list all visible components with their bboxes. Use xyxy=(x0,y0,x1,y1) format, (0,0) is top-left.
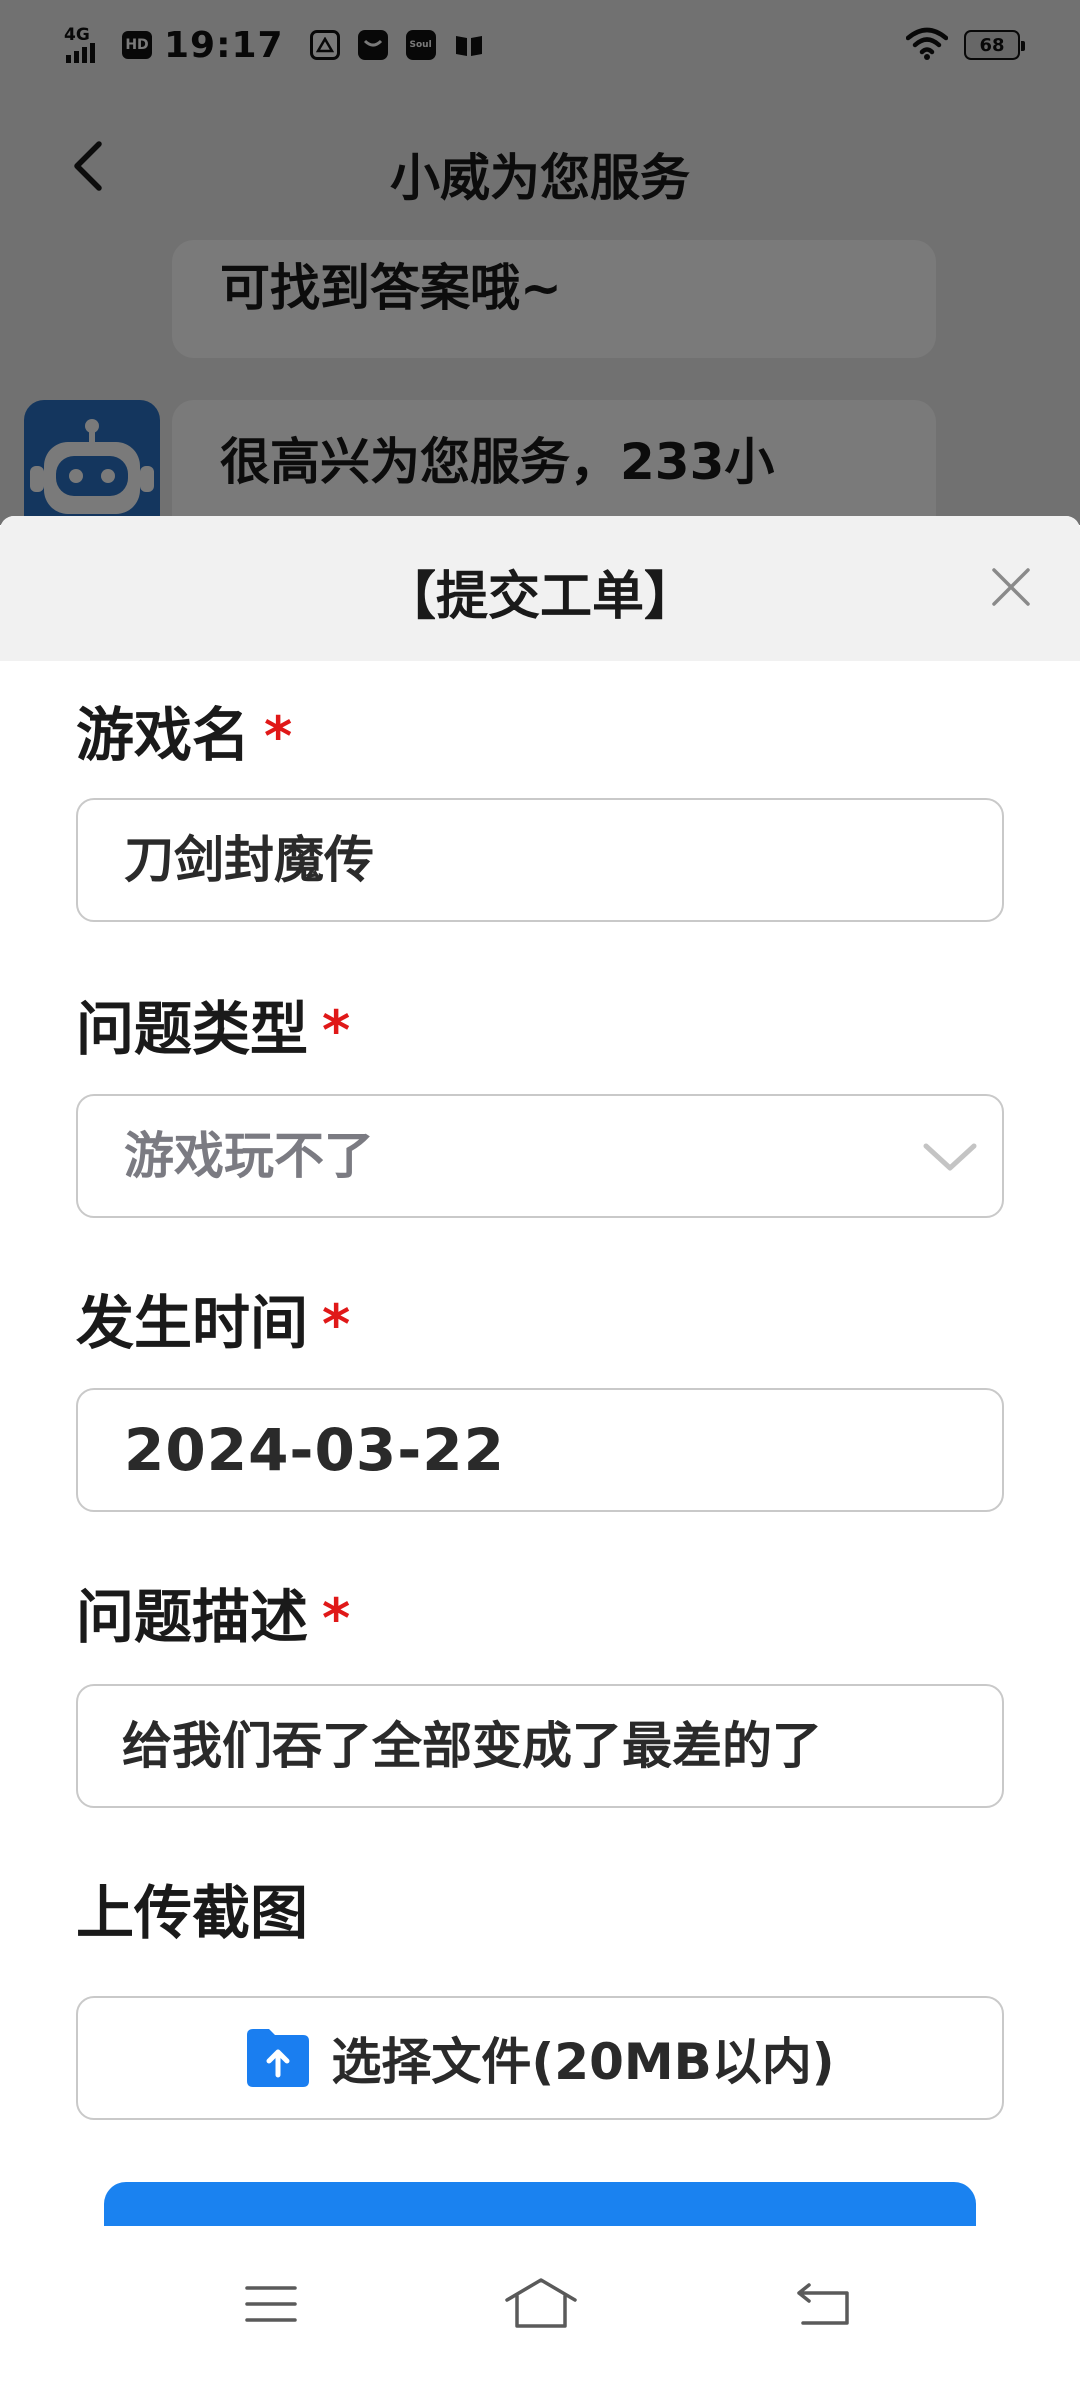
description-value: 给我们吞了全部变成了最差的了 xyxy=(122,1717,822,1775)
chat-background: 4G HD 19:17 Soul 68 小威为您服务 可找到答案哦~ 很高兴为您… xyxy=(0,0,1080,525)
upload-button-label: 选择文件(20MB以内) xyxy=(331,2033,835,2091)
menu-button[interactable] xyxy=(226,2264,316,2344)
occur-time-field[interactable]: 2024-03-22 xyxy=(76,1388,1004,1512)
required-mark: * xyxy=(322,1293,351,1356)
occur-time-value: 2024-03-22 xyxy=(124,1416,505,1484)
game-name-label: 游戏名 * xyxy=(76,700,292,772)
app-notification-icon xyxy=(309,30,340,60)
wifi-icon xyxy=(905,26,949,64)
occur-time-label: 发生时间 * xyxy=(76,1288,350,1360)
menu-icon xyxy=(245,2286,297,2322)
home-icon xyxy=(505,2278,577,2328)
submit-button[interactable] xyxy=(104,2182,976,2226)
ticket-sheet: 【提交工单】 游戏名 * 刀剑封魔传 问题类型 * 游戏玩不了 发生时间 * 2024… xyxy=(0,516,1080,2226)
sheet-header: 【提交工单】 xyxy=(0,516,1080,661)
status-bar: 4G HD 19:17 Soul 68 xyxy=(0,0,1080,90)
upload-folder-icon xyxy=(247,2029,310,2087)
bot-avatar xyxy=(24,400,160,525)
robot-icon xyxy=(30,419,154,514)
battery-icon: 68 xyxy=(964,30,1025,60)
page-title: 小威为您服务 xyxy=(390,149,690,207)
issue-type-label: 问题类型 * xyxy=(76,994,350,1066)
network-type-label: 4G xyxy=(64,25,90,45)
chat-header: 小威为您服务 xyxy=(0,90,1080,250)
description-label: 问题描述 * xyxy=(76,1582,350,1654)
required-mark: * xyxy=(322,1587,351,1650)
issue-type-select[interactable]: 游戏玩不了 xyxy=(76,1094,1004,1218)
required-mark: * xyxy=(322,999,351,1062)
game-name-value: 刀剑封魔传 xyxy=(124,831,374,889)
status-time: 19:17 xyxy=(164,24,284,66)
back-nav-button[interactable] xyxy=(780,2264,870,2344)
required-mark: * xyxy=(264,705,293,768)
upload-button-content: 选择文件(20MB以内) xyxy=(78,1998,1002,2118)
occur-time-label-text: 发生时间 xyxy=(76,1289,309,1357)
home-button[interactable] xyxy=(496,2264,586,2344)
chevron-down-icon xyxy=(923,1143,977,1171)
description-field[interactable]: 给我们吞了全部变成了最差的了 xyxy=(76,1684,1004,1808)
hd-badge-icon: HD xyxy=(122,31,152,59)
description-label-text: 问题描述 xyxy=(76,1583,309,1651)
game-name-field[interactable]: 刀剑封魔传 xyxy=(76,798,1004,922)
game-name-label-text: 游戏名 xyxy=(76,701,251,769)
upload-label: 上传截图 xyxy=(76,1879,309,1947)
issue-type-value: 游戏玩不了 xyxy=(124,1127,374,1185)
system-nav-bar xyxy=(0,2226,1080,2400)
chat-bubble: 可找到答案哦~ xyxy=(172,240,936,358)
upload-button[interactable]: 选择文件(20MB以内) xyxy=(76,1996,1004,2120)
back-icon xyxy=(797,2283,849,2325)
issue-type-label-text: 问题类型 xyxy=(76,995,309,1063)
close-icon xyxy=(992,568,1030,606)
close-button[interactable] xyxy=(982,558,1040,616)
book-icon xyxy=(454,30,484,60)
chat-bubble: 很高兴为您服务，233小 xyxy=(172,400,936,525)
cell-signal-icon: 4G xyxy=(64,23,108,67)
mail-icon xyxy=(357,30,388,60)
soul-app-icon: Soul xyxy=(405,30,436,60)
sheet-title: 【提交工单】 xyxy=(383,567,696,627)
